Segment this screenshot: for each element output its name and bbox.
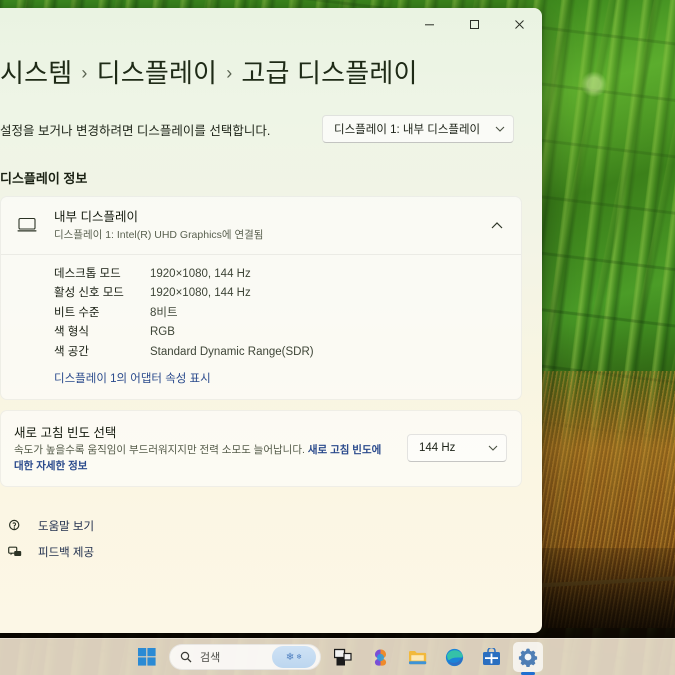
taskbar-item-store[interactable] <box>476 642 506 672</box>
display-info-card-header[interactable]: 내부 디스플레이 디스플레이 1: Intel(R) UHD Graphics에… <box>1 197 521 254</box>
snow-icon: ❄ <box>285 651 295 663</box>
chevron-up-icon[interactable] <box>491 216 507 234</box>
start-button[interactable] <box>132 642 162 672</box>
display-picker-dropdown[interactable]: 디스플레이 1: 내부 디스플레이 <box>322 115 514 143</box>
breadcrumb-item-display[interactable]: 디스플레이 <box>97 58 218 88</box>
edge-icon <box>445 648 463 666</box>
monitor-icon <box>14 217 40 233</box>
refresh-rate-description: 속도가 높을수록 움직임이 부드러워지지만 전력 소모도 늘어납니다. 새로 고… <box>14 443 393 473</box>
settings-icon <box>518 648 538 667</box>
adapter-properties-link[interactable]: 디스플레이 1의 어댑터 속성 표시 <box>54 370 211 386</box>
detail-label: 색 공간 <box>54 345 89 358</box>
minimize-button[interactable] <box>407 8 452 40</box>
breadcrumb-separator-1: › <box>81 63 88 83</box>
refresh-rate-texts: 새로 고침 빈도 선택 속도가 높을수록 움직임이 부드러워지지만 전력 소모도… <box>14 422 393 473</box>
taskbar-item-edge[interactable] <box>439 642 469 672</box>
display-picker-value: 디스플레이 1: 내부 디스플레이 <box>334 124 481 136</box>
detail-value: RGB <box>150 326 175 339</box>
detail-value: Standard Dynamic Range(SDR) <box>150 345 314 358</box>
get-help-label: 도움말 보기 <box>38 520 95 533</box>
copilot-icon <box>374 649 386 666</box>
display-info-card-texts: 내부 디스플레이 디스플레이 1: Intel(R) UHD Graphics에… <box>54 209 477 242</box>
chevron-down-icon <box>488 442 498 454</box>
desktop-screen: 시스템 › 디스플레이 › 고급 디스플레이 설정을 보거나 변경하려면 디스플레이를 … <box>0 0 675 675</box>
give-feedback-link[interactable]: 피드백 제공 <box>6 539 522 565</box>
display-details-list: 데스크톱 모드 1920×1080, 144 Hz 활성 신호 모드 1920×… <box>1 255 521 399</box>
detail-value: 1920×1080, 144 Hz <box>150 267 251 280</box>
table-row: 비트 수준 8비트 <box>54 304 507 324</box>
maximize-icon <box>470 19 479 29</box>
display-info-card-subtitle: 디스플레이 1: Intel(R) UHD Graphics에 연결됨 <box>54 228 264 241</box>
give-feedback-label: 피드백 제공 <box>38 546 95 559</box>
help-icon <box>6 519 24 533</box>
breadcrumb-separator-2: › <box>226 63 233 83</box>
taskbar-item-file-explorer[interactable] <box>402 642 432 672</box>
close-icon <box>515 19 524 29</box>
detail-value: 1920×1080, 144 Hz <box>150 287 251 300</box>
search-icon <box>180 651 192 663</box>
detail-label: 데스크톱 모드 <box>54 267 121 280</box>
detail-label: 비트 수준 <box>54 306 100 319</box>
refresh-rate-dropdown[interactable]: 144 Hz <box>407 434 507 463</box>
refresh-rate-value: 144 Hz <box>419 442 456 455</box>
store-icon <box>482 648 500 665</box>
display-select-label: 설정을 보거나 변경하려면 디스플레이를 선택합니다. <box>0 123 271 138</box>
table-row: 색 공간 Standard Dynamic Range(SDR) <box>54 343 507 363</box>
search-placeholder: 검색 <box>200 652 221 664</box>
display-select-row: 설정을 보거나 변경하려면 디스플레이를 선택합니다. 디스플레이 1: 내부 … <box>0 100 522 158</box>
taskbar-search-box[interactable]: 검색 ❄ ❄ <box>169 644 321 670</box>
get-help-link[interactable]: 도움말 보기 <box>6 513 522 539</box>
display-info-card-title: 내부 디스플레이 <box>54 210 138 224</box>
task-view-icon <box>333 648 352 665</box>
windows-start-icon <box>138 648 156 666</box>
close-button[interactable] <box>497 8 542 40</box>
display-info-section-title: 디스플레이 정보 <box>0 171 88 186</box>
footer-links: 도움말 보기 피드백 제공 <box>0 513 522 565</box>
refresh-rate-row: 새로 고침 빈도 선택 속도가 높을수록 움직임이 부드러워지지만 전력 소모도… <box>1 411 521 485</box>
table-row: 데스크톱 모드 1920×1080, 144 Hz <box>54 265 507 285</box>
chevron-down-icon <box>495 123 505 135</box>
taskbar-item-copilot[interactable] <box>365 642 395 672</box>
detail-label: 활성 신호 모드 <box>54 287 124 300</box>
breadcrumb-item-advanced-display: 고급 디스플레이 <box>241 58 418 88</box>
table-row: 활성 신호 모드 1920×1080, 144 Hz <box>54 284 507 304</box>
minimize-icon <box>425 23 434 25</box>
file-explorer-icon <box>408 650 426 664</box>
taskbar-item-task-view[interactable] <box>328 642 358 672</box>
detail-label: 색 형식 <box>54 326 89 339</box>
feedback-icon <box>6 545 24 559</box>
maximize-button[interactable] <box>452 8 497 40</box>
snow-icon-small: ❄ <box>296 654 303 661</box>
breadcrumb: 시스템 › 디스플레이 › 고급 디스플레이 <box>0 53 418 90</box>
refresh-rate-description-text: 속도가 높을수록 움직임이 부드러워지지만 전력 소모도 늘어납니다. <box>14 444 308 457</box>
refresh-rate-card: 새로 고침 빈도 선택 속도가 높을수록 움직임이 부드러워지지만 전력 소모도… <box>0 410 522 487</box>
taskbar-item-settings[interactable] <box>513 642 543 672</box>
taskbar: 검색 ❄ ❄ <box>0 638 675 675</box>
weather-widget[interactable]: ❄ ❄ <box>272 646 316 668</box>
window-titlebar <box>0 8 542 44</box>
detail-value: 8비트 <box>150 306 178 319</box>
settings-window: 시스템 › 디스플레이 › 고급 디스플레이 설정을 보거나 변경하려면 디스플레이를 … <box>0 8 542 633</box>
display-info-card: 내부 디스플레이 디스플레이 1: Intel(R) UHD Graphics에… <box>0 196 522 401</box>
table-row: 색 형식 RGB <box>54 323 507 343</box>
refresh-rate-title: 새로 고침 빈도 선택 <box>14 426 117 441</box>
breadcrumb-item-system[interactable]: 시스템 <box>0 58 72 88</box>
settings-content: 설정을 보거나 변경하려면 디스플레이를 선택합니다. 디스플레이 1: 내부 … <box>0 100 542 633</box>
